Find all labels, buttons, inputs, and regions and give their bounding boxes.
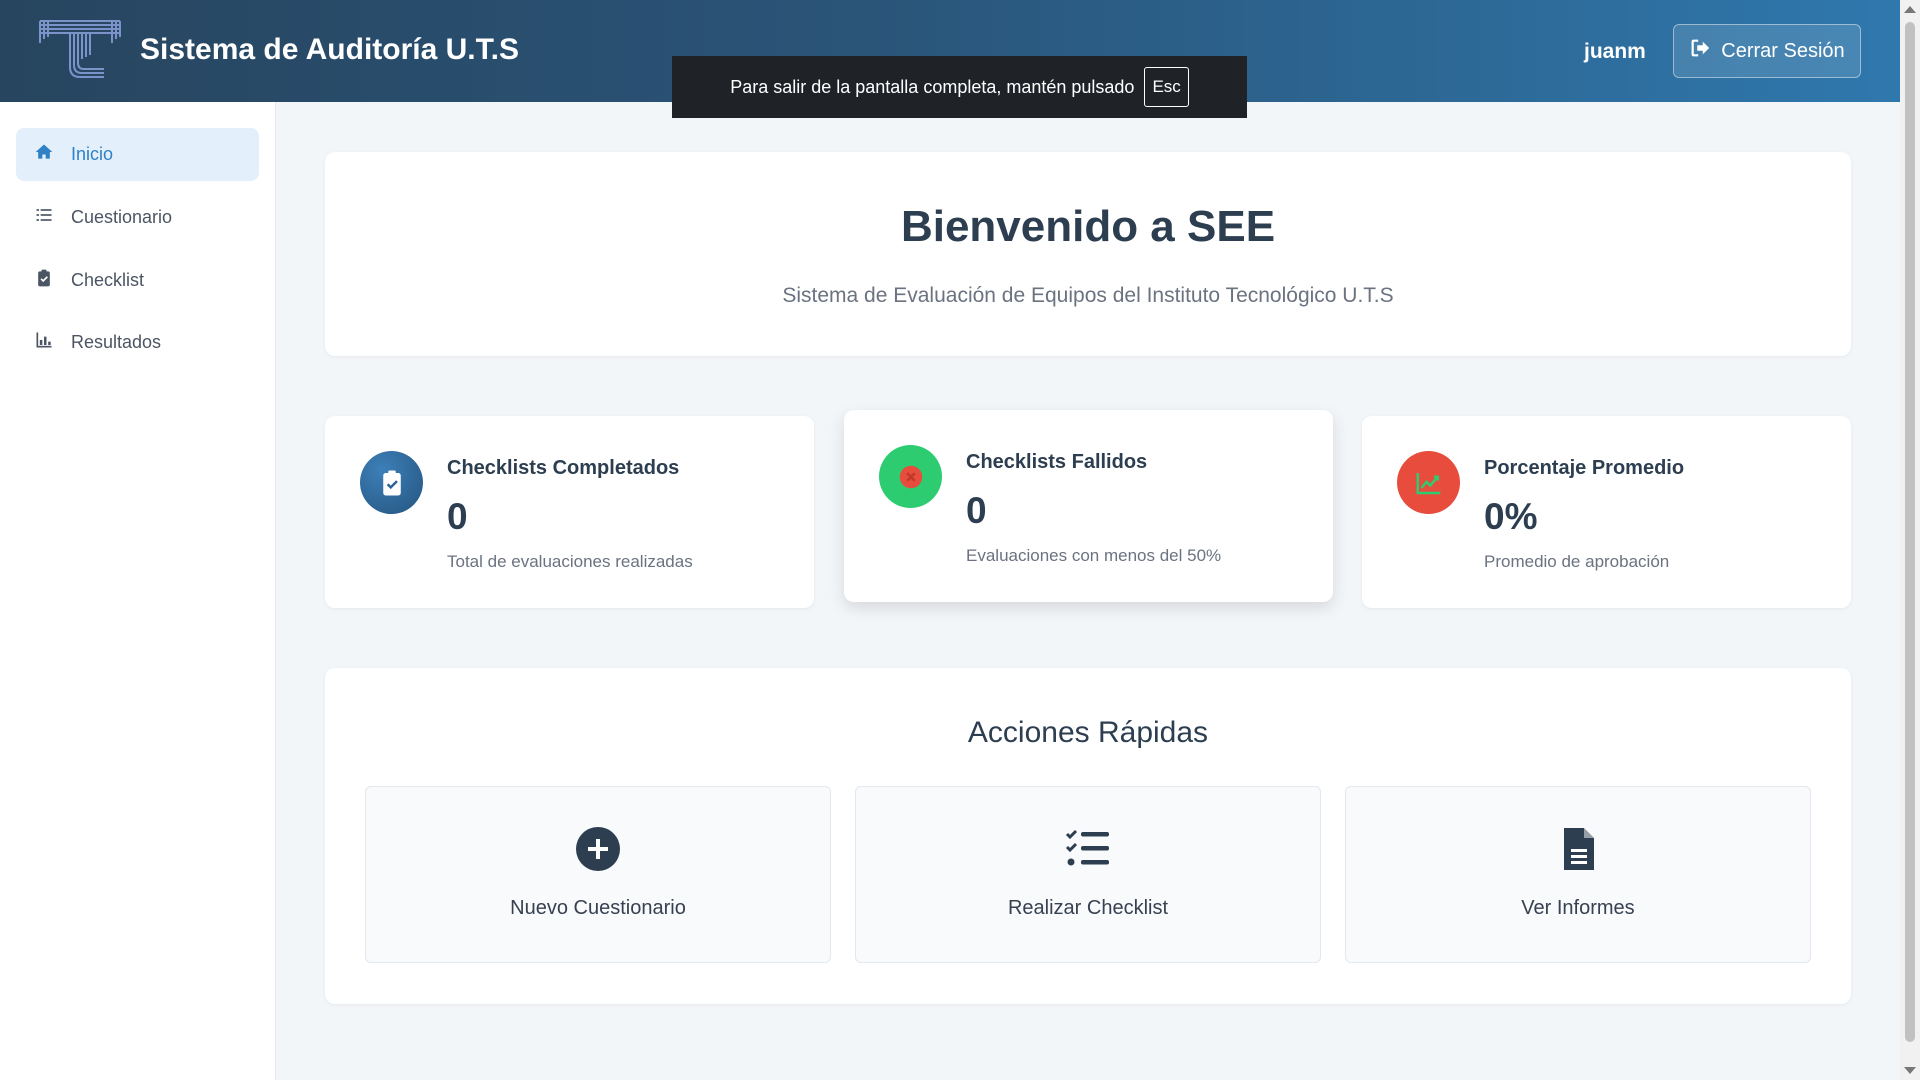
stat-title: Checklists Fallidos xyxy=(966,451,1148,473)
do-checklist-button[interactable]: Realizar Checklist xyxy=(855,786,1321,963)
file-text-icon xyxy=(1346,825,1810,873)
clipboard-check-icon xyxy=(34,268,54,293)
line-chart-icon xyxy=(1397,451,1460,514)
sidebar-item-resultados[interactable]: Resultados xyxy=(16,316,259,369)
page-subtitle: Sistema de Evaluación de Equipos del Ins… xyxy=(782,284,1394,307)
stat-value: 0 xyxy=(966,490,987,531)
new-questionnaire-button[interactable]: Nuevo Cuestionario xyxy=(365,786,831,963)
logout-label: Cerrar Sesión xyxy=(1721,39,1845,62)
sidebar-item-label: Inicio xyxy=(71,144,114,164)
quick-actions-card: Acciones Rápidas Nuevo Cuestionario Real… xyxy=(325,668,1851,1004)
stat-title: Checklists Completados xyxy=(447,457,680,479)
sign-out-icon xyxy=(1689,37,1711,65)
clipboard-check-icon xyxy=(360,451,423,514)
stat-card-failed: Checklists Fallidos 0 Evaluaciones con m… xyxy=(844,410,1333,602)
x-circle-icon xyxy=(879,445,942,508)
stat-title: Porcentaje Promedio xyxy=(1484,457,1685,479)
scroll-up-arrow-icon[interactable] xyxy=(1904,6,1916,13)
stat-description: Total de evaluaciones realizadas xyxy=(447,552,693,571)
view-reports-button[interactable]: Ver Informes xyxy=(1345,786,1811,963)
sidebar-item-inicio[interactable]: Inicio xyxy=(16,128,259,181)
sidebar-item-checklist[interactable]: Checklist xyxy=(16,254,259,307)
fullscreen-notice-text: Para salir de la pantalla completa, mant… xyxy=(730,76,1135,97)
sidebar-item-label: Checklist xyxy=(71,270,145,290)
sidebar-item-label: Cuestionario xyxy=(71,207,173,227)
username-label: juanm xyxy=(1584,40,1646,63)
scroll-down-arrow-icon[interactable] xyxy=(1904,1067,1916,1074)
stat-description: Evaluaciones con menos del 50% xyxy=(966,546,1222,565)
quick-actions-title: Acciones Rápidas xyxy=(967,716,1209,749)
sidebar: Inicio Cuestionario Checklist Resultados xyxy=(0,102,276,1080)
sidebar-item-cuestionario[interactable]: Cuestionario xyxy=(16,191,259,244)
scrollbar-thumb[interactable] xyxy=(1905,22,1915,1042)
esc-key-badge: Esc xyxy=(1144,67,1189,107)
welcome-card: Bienvenido a SEE Sistema de Evaluación d… xyxy=(325,152,1851,356)
action-label: Realizar Checklist xyxy=(1007,897,1169,919)
app-title: Sistema de Auditoría U.T.S xyxy=(140,33,519,66)
logout-button[interactable]: Cerrar Sesión xyxy=(1673,24,1861,78)
sidebar-item-label: Resultados xyxy=(71,332,162,352)
home-icon xyxy=(34,142,54,167)
stat-description: Promedio de aprobación xyxy=(1484,552,1670,571)
stat-card-completed: Checklists Completados 0 Total de evalua… xyxy=(325,416,814,608)
plus-circle-icon xyxy=(366,825,830,873)
stat-card-average: Porcentaje Promedio 0% Promedio de aprob… xyxy=(1362,416,1851,608)
tasks-list-icon xyxy=(856,825,1320,873)
uts-logo-icon xyxy=(38,17,122,81)
action-label: Nuevo Cuestionario xyxy=(510,897,686,919)
stat-value: 0% xyxy=(1484,496,1538,537)
vertical-scrollbar[interactable] xyxy=(1900,0,1920,1080)
stat-value: 0 xyxy=(447,496,468,537)
bar-chart-icon xyxy=(34,330,54,355)
page-title: Bienvenido a SEE xyxy=(900,202,1276,251)
action-label: Ver Informes xyxy=(1521,897,1635,919)
list-icon xyxy=(34,205,54,230)
fullscreen-notice: Para salir de la pantalla completa, mant… xyxy=(672,56,1247,118)
